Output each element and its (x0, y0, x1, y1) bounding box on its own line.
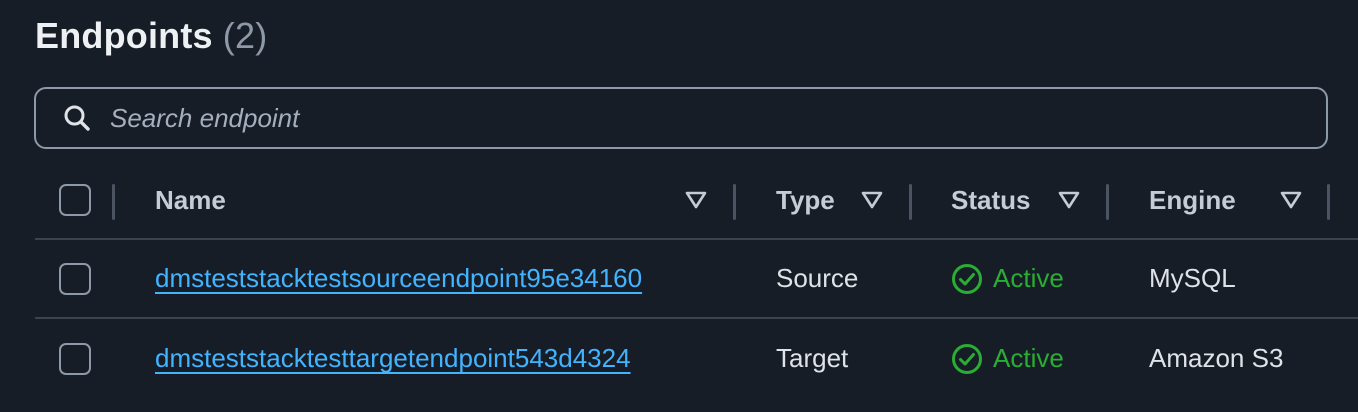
endpoint-name-cell: dmsteststacktesttargetendpoint543d4324 (155, 319, 631, 398)
column-header-name-label: Name (155, 184, 226, 215)
check-circle-icon (952, 263, 982, 294)
column-header-type[interactable]: Type (776, 162, 835, 238)
endpoint-type: Source (776, 263, 859, 293)
column-divider[interactable] (733, 184, 736, 220)
column-header-name[interactable]: Name (155, 162, 226, 238)
endpoint-name-cell: dmsteststacktestsourceendpoint95e34160 (155, 240, 642, 317)
endpoints-table: Name Type Status Engine dmsteststacktest… (35, 162, 1358, 398)
search-icon (60, 101, 94, 135)
search-input[interactable] (108, 101, 1212, 135)
column-divider[interactable] (1106, 184, 1109, 220)
endpoint-type: Target (776, 343, 849, 373)
row-checkbox[interactable] (59, 342, 91, 375)
endpoint-count: (2) (222, 15, 268, 56)
sort-engine-caret-down-icon[interactable] (1280, 191, 1302, 209)
column-divider[interactable] (909, 184, 912, 220)
table-header-row: Name Type Status Engine (35, 162, 1358, 240)
endpoint-name-link[interactable]: dmsteststacktesttargetendpoint543d4324 (155, 343, 631, 374)
page-title: Endpoints (2) (35, 14, 267, 58)
row-checkbox[interactable] (59, 262, 91, 295)
status-text: Active (993, 263, 1064, 293)
column-header-status[interactable]: Status (951, 162, 1030, 238)
column-header-engine-label: Engine (1149, 184, 1236, 215)
search-box[interactable] (34, 87, 1328, 149)
status-badge: Active (951, 343, 1064, 375)
column-divider[interactable] (1327, 184, 1330, 220)
page-title-text: Endpoints (35, 15, 213, 56)
table-row: dmsteststacktesttargetendpoint543d4324 T… (35, 319, 1358, 398)
sort-type-caret-down-icon[interactable] (861, 191, 883, 209)
endpoint-engine: MySQL (1149, 263, 1236, 293)
table-row: dmsteststacktestsourceendpoint95e34160 S… (35, 240, 1358, 319)
status-text: Active (993, 343, 1064, 373)
endpoint-status-cell: Active (951, 240, 1064, 317)
endpoint-status-cell: Active (951, 319, 1064, 398)
check-circle-icon (952, 343, 982, 374)
sort-status-caret-down-icon[interactable] (1058, 191, 1080, 209)
column-divider[interactable] (112, 184, 115, 220)
column-header-type-label: Type (776, 184, 835, 215)
select-all-checkbox[interactable] (59, 184, 91, 216)
endpoint-name-link[interactable]: dmsteststacktestsourceendpoint95e34160 (155, 263, 642, 294)
endpoint-engine: Amazon S3 (1149, 343, 1284, 373)
sort-name-caret-down-icon[interactable] (685, 191, 707, 209)
status-badge: Active (951, 263, 1064, 295)
column-header-engine[interactable]: Engine (1149, 162, 1236, 238)
column-header-status-label: Status (951, 184, 1031, 215)
